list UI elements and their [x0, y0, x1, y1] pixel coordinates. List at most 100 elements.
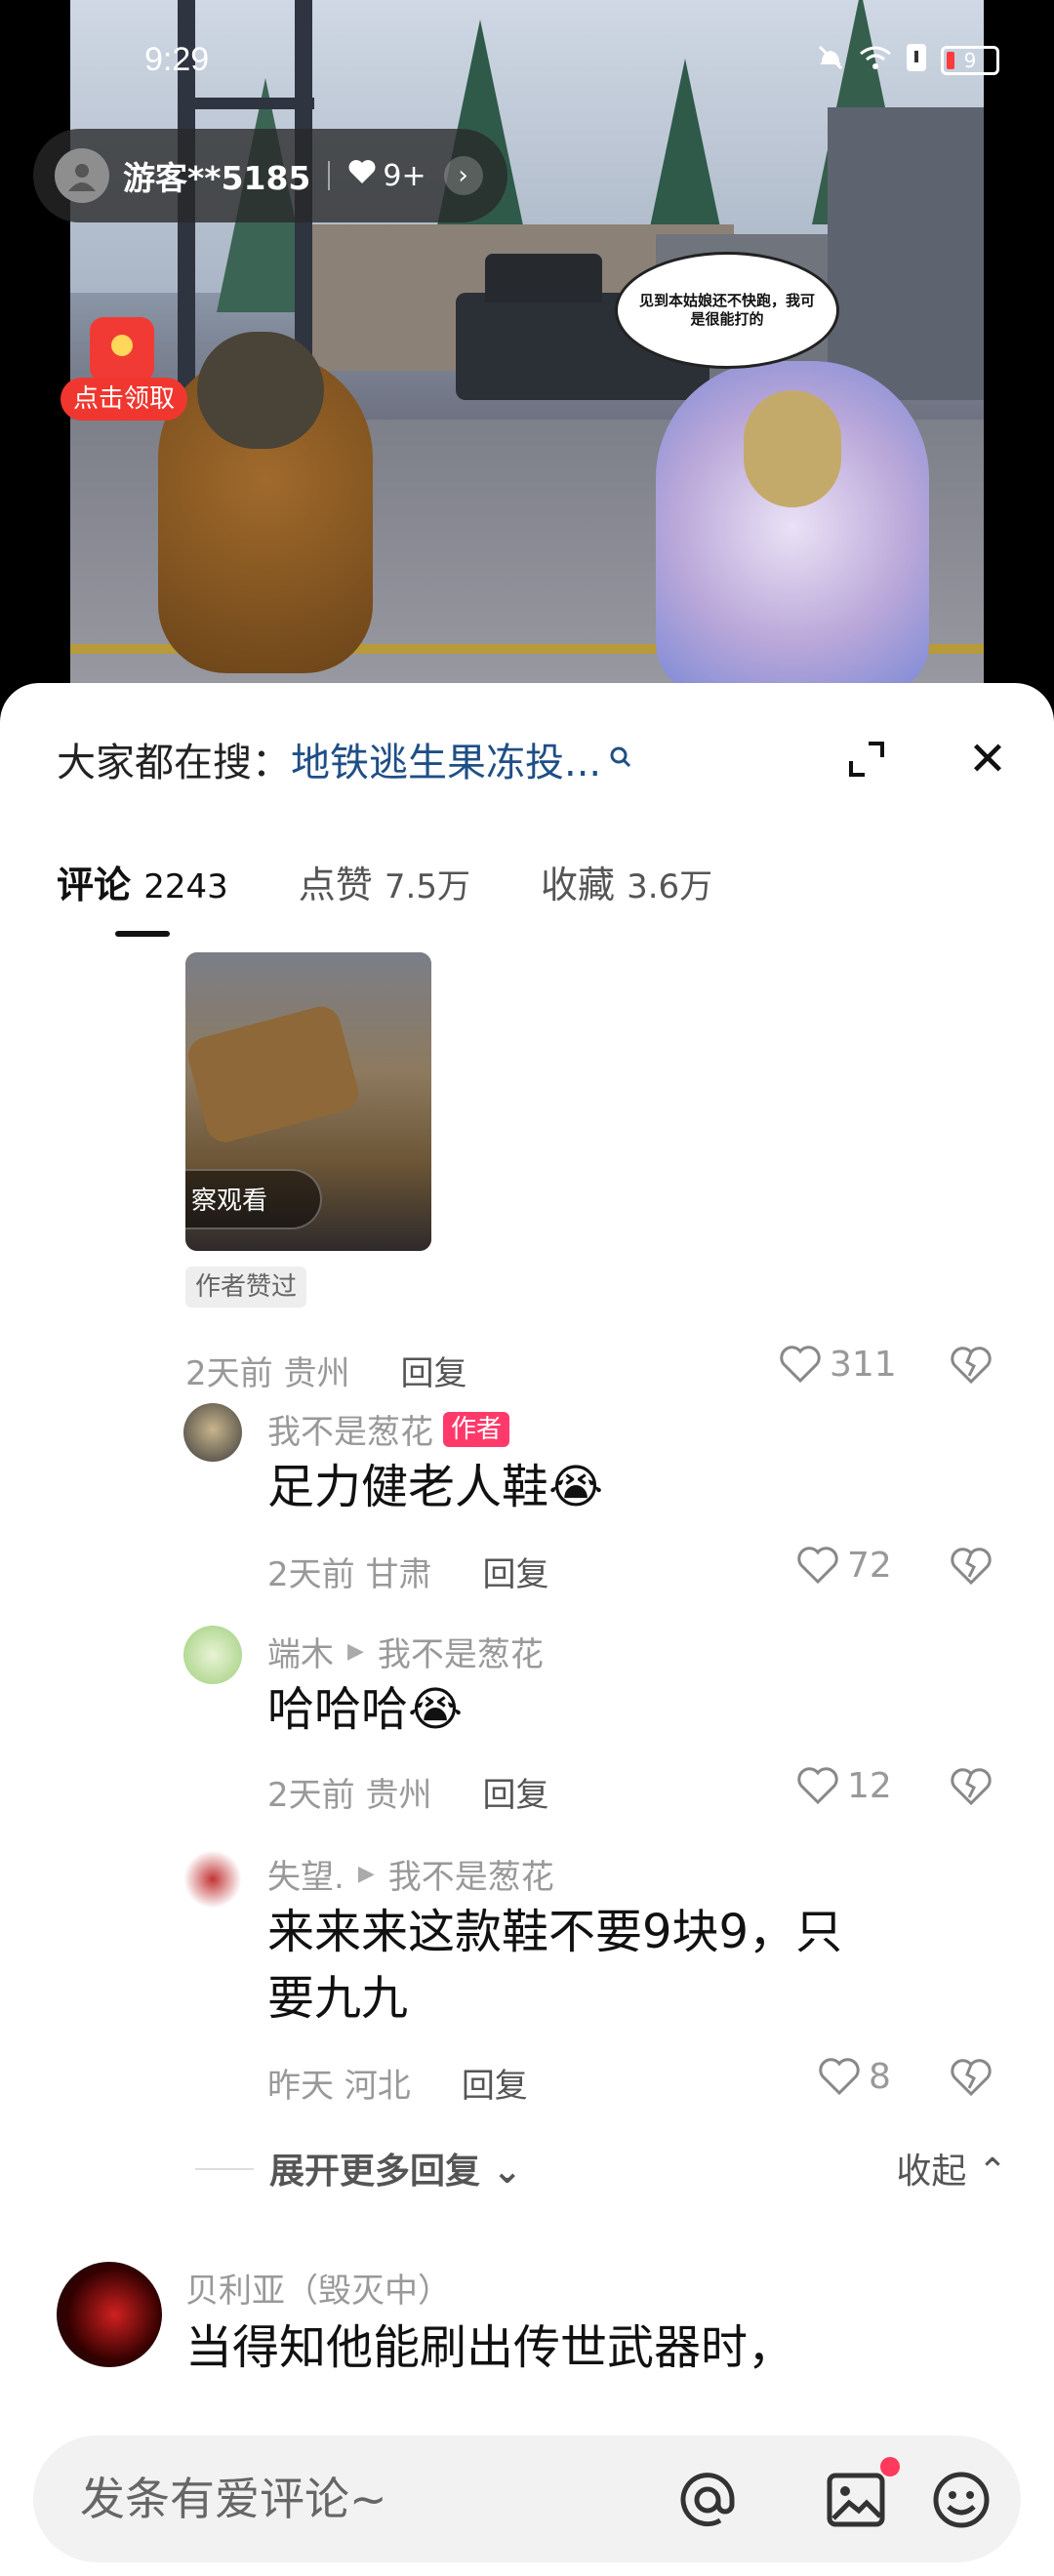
comment-meta: 2天前 贵州 回复: [267, 1768, 548, 1816]
like-button[interactable]: 72: [796, 1546, 892, 1586]
collapse-button[interactable]: 收起 ⌃: [896, 2143, 1007, 2194]
author-liked-badge: 作者赞过: [185, 1267, 307, 1308]
broken-heart-icon[interactable]: [949, 1764, 993, 1809]
comment-location: 贵州: [365, 1776, 432, 1815]
reply-button[interactable]: 回复: [482, 1768, 548, 1816]
reply-text-line: 要九九: [267, 1971, 409, 2026]
guest-likes: 9+: [347, 158, 426, 193]
divider: [328, 161, 331, 190]
tab-label: 收藏: [540, 864, 615, 906]
tab-label: 点赞: [298, 864, 373, 906]
status-bar: 9:29 9: [0, 0, 1054, 137]
avatar[interactable]: [183, 1850, 242, 1909]
battery-icon: 9: [941, 46, 999, 75]
guest-avatar: [55, 148, 109, 203]
comment-input-placeholder: 发条有爱评论~: [80, 2473, 387, 2525]
battery-text: 9: [963, 49, 977, 72]
close-icon[interactable]: ✕: [960, 732, 1015, 786]
reply-text-line: 来来来这款鞋不要9块9，只: [267, 1905, 843, 1959]
broken-heart-icon[interactable]: [949, 2055, 993, 2100]
avatar[interactable]: [183, 1626, 242, 1684]
comment-tabs: 评论 2243 点赞 7.5万 收藏 3.6万: [57, 855, 712, 908]
comment-video-thumbnail[interactable]: 察观看: [185, 952, 431, 1251]
guest-likes-count: 9+: [383, 158, 426, 193]
comment-input-bar[interactable]: 发条有爱评论~: [33, 2435, 1021, 2562]
like-count: 8: [869, 2057, 891, 2097]
reply-header: 我不是葱花 作者: [267, 1405, 510, 1453]
like-count: 311: [830, 1345, 897, 1385]
guest-name: 游客**5185: [123, 159, 311, 197]
avatar[interactable]: [57, 2262, 162, 2367]
chevron-up-icon: ⌃: [977, 2152, 1007, 2192]
status-icons: 9: [816, 43, 999, 78]
fullscreen-icon[interactable]: [847, 740, 886, 779]
reply-text: 足力健老人鞋😭: [267, 1460, 604, 1514]
avatar[interactable]: [183, 1403, 242, 1462]
heart-icon: [347, 158, 377, 193]
notification-icon: [906, 43, 927, 78]
expand-label: 展开更多回复: [269, 2152, 481, 2192]
comment-username[interactable]: 贝利亚（毁灭中）: [185, 2264, 451, 2312]
watch-button[interactable]: 察观看: [185, 1169, 322, 1229]
comment-text: 当得知他能刷出传世武器时，: [185, 2320, 795, 2375]
speech-bubble: 见到本姑娘还不快跑，我可是很能打的: [615, 252, 839, 369]
reply-target-username[interactable]: 我不是葱花: [378, 1628, 544, 1675]
divider: [195, 2168, 254, 2170]
reply-header: 失望. ▶ 我不是葱花: [267, 1850, 554, 1898]
like-button[interactable]: 311: [779, 1345, 897, 1385]
at-mention-icon[interactable]: [677, 2470, 738, 2530]
reply-target-username[interactable]: 我不是葱花: [388, 1850, 554, 1898]
comment-time: 2天前: [267, 1555, 355, 1594]
comment-time: 2天前: [185, 1354, 273, 1393]
broken-heart-icon[interactable]: [949, 1544, 993, 1589]
image-icon[interactable]: [826, 2470, 886, 2530]
comment-meta: 2天前 贵州 回复: [185, 1347, 466, 1394]
battery-level: [947, 52, 954, 69]
speech-bubble-text: 见到本姑娘还不快跑，我可是很能打的: [638, 291, 815, 329]
comment-location: 贵州: [283, 1354, 350, 1393]
tab-comments[interactable]: 评论 2243: [57, 855, 228, 908]
wifi-icon: [859, 44, 892, 77]
user-icon: [68, 164, 96, 191]
like-button[interactable]: 12: [796, 1766, 892, 1806]
comment-header: 贝利亚（毁灭中）: [185, 2264, 451, 2312]
like-count: 12: [847, 1766, 892, 1806]
comment-meta: 2天前 甘肃 回复: [267, 1548, 548, 1595]
reply-button[interactable]: 回复: [462, 2059, 528, 2107]
search-icon: [609, 744, 632, 776]
reply-button[interactable]: 回复: [400, 1347, 466, 1394]
guest-profile-pill[interactable]: 游客**5185 9+ ›: [33, 129, 507, 222]
red-envelope-button[interactable]: 点击领取: [61, 298, 187, 424]
emoji-icon[interactable]: [931, 2470, 992, 2530]
heart-icon: [797, 1766, 838, 1804]
tab-label: 评论: [57, 864, 132, 906]
reply-username[interactable]: 我不是葱花: [267, 1405, 433, 1453]
tab-count: 3.6万: [627, 867, 713, 906]
comment-meta: 昨天 河北 回复: [267, 2059, 528, 2107]
tab-count: 7.5万: [384, 867, 470, 906]
tab-likes[interactable]: 点赞 7.5万: [299, 855, 470, 908]
heart-icon: [797, 1546, 838, 1584]
red-envelope-icon: [90, 317, 154, 382]
notification-dot: [880, 2457, 900, 2476]
trending-search-label: 大家都在搜：: [57, 741, 291, 785]
comment-location: 河北: [344, 2067, 411, 2106]
like-button[interactable]: 8: [818, 2057, 891, 2097]
comment-time: 昨天: [267, 2067, 334, 2106]
gas-mask: [197, 332, 324, 449]
broken-heart-icon[interactable]: [949, 1343, 993, 1388]
reply-username[interactable]: 失望.: [267, 1850, 345, 1898]
tab-favorites[interactable]: 收藏 3.6万: [541, 855, 712, 908]
character-soldier: [158, 332, 373, 673]
expand-more-replies-button[interactable]: 展开更多回复 ⌄: [269, 2143, 522, 2194]
more-replies-row: 展开更多回复 ⌄ 收起 ⌃: [195, 2143, 1007, 2194]
reply-username[interactable]: 端木: [267, 1628, 334, 1675]
trending-search-query[interactable]: 地铁逃生果冻投...: [291, 731, 601, 787]
reply-button[interactable]: 回复: [482, 1548, 548, 1595]
red-envelope-label: 点击领取: [61, 378, 187, 421]
chevron-right-icon[interactable]: ›: [443, 156, 483, 195]
reply-header: 端木 ▶ 我不是葱花: [267, 1628, 544, 1675]
active-tab-indicator: [115, 931, 170, 937]
like-count: 72: [847, 1546, 892, 1586]
author-badge: 作者: [443, 1411, 510, 1447]
